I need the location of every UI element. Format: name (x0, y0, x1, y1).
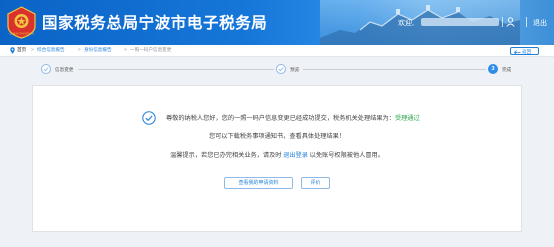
step-connector (78, 69, 274, 70)
back-button[interactable]: 返回 (510, 47, 539, 55)
user-icon[interactable] (506, 17, 515, 27)
breadcrumb-separator: > (124, 47, 127, 52)
site-title: 国家税务总局宁波市电子税务局 (42, 15, 268, 32)
step-connector (303, 69, 486, 70)
back-arrow-icon (514, 49, 521, 55)
logo-text: CHINA TAXATION (9, 32, 34, 36)
top-header: CHINA TAXATION 国家税务总局宁波市电子税务局 欢迎, 退出 (0, 0, 554, 45)
breadcrumb-home[interactable]: 首页 (17, 47, 26, 53)
tax-emblem-logo: CHINA TAXATION (7, 6, 36, 39)
result-message-text: 尊敬的纳税人您好，您的一照一码户信息变更已经成功提交，税务机关处理结果为： (166, 115, 395, 122)
header-divider (526, 17, 527, 27)
back-button-label: 返回 (522, 49, 532, 54)
result-status: 受理通过 (394, 115, 420, 122)
breadcrumb-current: 一照一码户信息变更 (130, 47, 172, 52)
location-pin-icon (10, 47, 15, 54)
result-message: 尊敬的纳税人您好，您的一照一码户信息变更已经成功提交，税务机关处理结果为：受理通… (166, 113, 420, 122)
username-redacted (421, 18, 499, 26)
step-3-number: 3 (488, 64, 498, 74)
step-2-label: 预览 (290, 67, 300, 72)
welcome-text: 欢迎, (398, 20, 414, 27)
rate-button[interactable]: 评价 (301, 177, 330, 189)
reminder-suffix: 以免账号权限被他人冒用。 (309, 152, 384, 159)
view-application-button[interactable]: 查看我的申请资料 (224, 177, 293, 189)
breadcrumb: 首页 > 综合信息报告 > 身份信息报告 > 一照一码户信息变更 (0, 45, 554, 57)
header-divider (502, 17, 503, 27)
step-1-label: 信息变更 (55, 67, 74, 72)
step-1-check-icon (41, 64, 51, 74)
result-card: 尊敬的纳税人您好，您的一照一码户信息变更已经成功提交，税务机关处理结果为：受理通… (32, 85, 522, 232)
breadcrumb-item-identity-report[interactable]: 身份信息报告 (84, 47, 112, 53)
reminder-prefix: 温馨提示，若您已办完相关业务，请及时 (170, 152, 282, 159)
success-check-icon (142, 111, 156, 125)
step-3-label: 完成 (502, 67, 512, 72)
logout-link[interactable]: 退出 (533, 18, 547, 28)
step-2-check-icon (276, 64, 286, 74)
reminder-text: 温馨提示，若您已办完相关业务，请及时 退出登录 以免账号权限被他人冒用。 (33, 150, 521, 159)
download-tip: 您可以下载税务事项通知书，查看具体处理结果！ (208, 133, 346, 140)
breadcrumb-separator: > (78, 47, 81, 52)
breadcrumb-item-comprehensive-report[interactable]: 综合信息报告 (37, 47, 65, 53)
logout-reminder-link[interactable]: 退出登录 (283, 152, 308, 159)
breadcrumb-separator: > (31, 47, 34, 52)
progress-steps: 信息变更 预览 3 完成 (0, 57, 554, 85)
